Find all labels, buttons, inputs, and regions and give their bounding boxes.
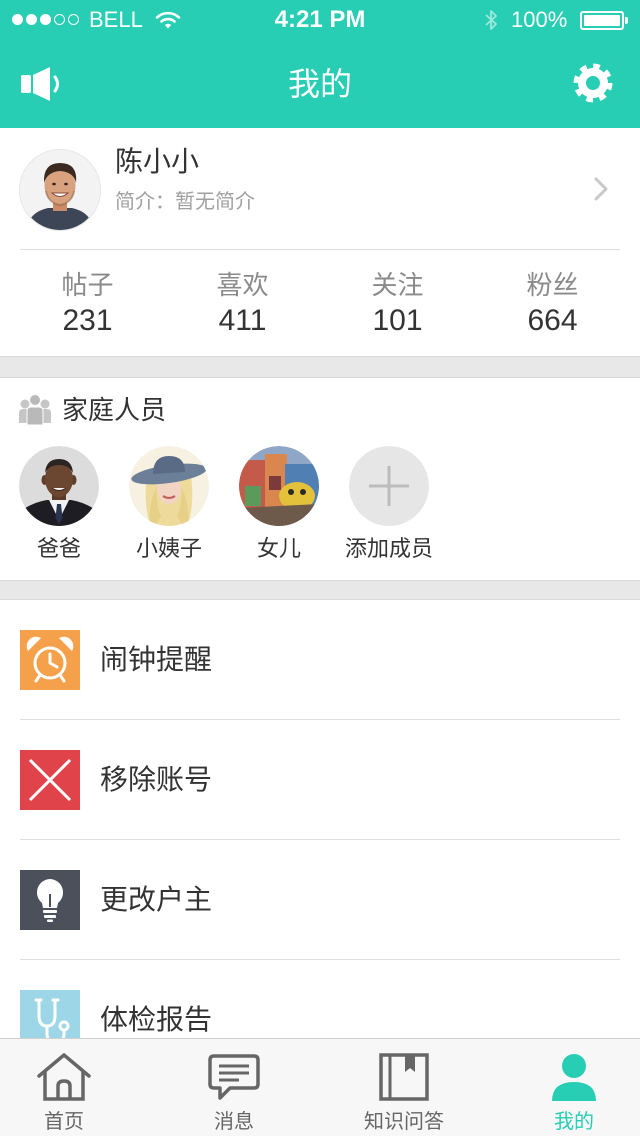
stats-row: 帖子 231 喜欢 411 关注 101 粉丝 664 <box>10 250 630 356</box>
menu-label: 更改户主 <box>100 884 213 915</box>
page-title: 我的 <box>287 66 352 102</box>
avatar-photo <box>20 150 100 230</box>
chevron-right-icon <box>594 177 608 201</box>
tab-home[interactable]: 首页 <box>4 1039 124 1136</box>
family-member[interactable]: 爸爸 <box>4 446 114 576</box>
home-icon <box>37 1053 91 1101</box>
message-icon <box>208 1054 260 1100</box>
gear-icon <box>573 63 613 103</box>
tab-label: 我的 <box>554 1111 594 1133</box>
add-member-circle <box>349 446 429 526</box>
menu-label: 体检报告 <box>100 1004 213 1035</box>
stat-label: 喜欢 <box>216 270 269 300</box>
section-separator <box>0 356 640 378</box>
stat-value: 231 <box>62 304 113 337</box>
family-section: 家庭人员 爸爸 小姨子 女儿 添加成员 <box>0 378 640 580</box>
tab-me[interactable]: 我的 <box>514 1039 634 1136</box>
profile-avatar <box>20 150 100 230</box>
bluetooth-icon <box>485 10 497 30</box>
stat-following[interactable]: 关注 101 <box>320 250 475 356</box>
profile-name: 陈小小 <box>115 146 200 177</box>
menu-label: 移除账号 <box>100 764 213 795</box>
avatar-photo <box>239 446 319 526</box>
nav-bar: 我的 <box>0 40 640 128</box>
book-icon <box>379 1053 429 1101</box>
battery-icon <box>580 11 628 30</box>
menu-item-alarm[interactable]: 闹钟提醒 <box>0 600 640 720</box>
section-separator <box>0 580 640 600</box>
person-icon <box>552 1054 596 1101</box>
tab-label: 消息 <box>214 1111 254 1133</box>
stat-value: 101 <box>372 304 423 337</box>
stat-label: 粉丝 <box>526 270 579 300</box>
menu-label: 闹钟提醒 <box>100 644 213 675</box>
family-member[interactable]: 女儿 <box>224 446 334 576</box>
tab-knowledge-qa[interactable]: 知识问答 <box>344 1039 464 1136</box>
member-name: 爸爸 <box>36 536 81 561</box>
settings-menu: 闹钟提醒 移除账号 更改户主 体检报告 <box>0 600 640 1080</box>
member-avatar <box>239 446 319 526</box>
stat-label: 关注 <box>371 270 424 300</box>
settings-button[interactable] <box>573 63 613 103</box>
stat-value: 664 <box>527 304 578 337</box>
alarm-clock-icon <box>26 636 74 683</box>
stat-posts[interactable]: 帖子 231 <box>10 250 165 356</box>
member-name: 小姨子 <box>135 536 202 561</box>
profile-bio: 简介：暂无简介 <box>115 191 255 213</box>
status-bar: BELL 4:21 PM 100% <box>0 0 640 40</box>
stat-value: 411 <box>218 304 267 337</box>
family-member[interactable]: 小姨子 <box>114 446 224 576</box>
family-title: 家庭人员 <box>62 395 167 425</box>
lightbulb-icon <box>36 879 64 922</box>
plus-icon <box>349 446 429 526</box>
battery-percent: 100% <box>511 7 568 32</box>
member-avatar <box>19 446 99 526</box>
tab-label: 首页 <box>44 1111 84 1133</box>
avatar-photo <box>129 446 209 526</box>
menu-item-remove-account[interactable]: 移除账号 <box>0 720 640 840</box>
avatar-photo <box>19 446 99 526</box>
menu-item-change-owner[interactable]: 更改户主 <box>0 840 640 960</box>
top-bar: BELL 4:21 PM 100% 我的 <box>0 0 640 128</box>
tab-bar: 首页 消息 知识问答 我的 <box>0 1038 640 1136</box>
add-member-label: 添加成员 <box>344 536 433 561</box>
add-member-button[interactable]: 添加成员 <box>334 446 444 576</box>
menu-icon-tile <box>20 630 80 690</box>
menu-icon-tile <box>20 750 80 810</box>
battery-level-fill <box>584 15 620 26</box>
menu-icon-tile <box>20 870 80 930</box>
family-group-icon <box>19 394 51 425</box>
stat-label: 帖子 <box>61 270 114 300</box>
member-avatar <box>129 446 209 526</box>
profile-row[interactable]: 陈小小 简介：暂无简介 <box>0 128 640 249</box>
stat-likes[interactable]: 喜欢 411 <box>165 250 320 356</box>
tab-label: 知识问答 <box>364 1111 444 1133</box>
tab-messages[interactable]: 消息 <box>174 1039 294 1136</box>
stat-followers[interactable]: 粉丝 664 <box>475 250 630 356</box>
member-name: 女儿 <box>256 536 301 561</box>
close-x-icon <box>28 758 72 802</box>
profile-card: 陈小小 简介：暂无简介 帖子 231 喜欢 411 关注 101 粉丝 664 <box>0 128 640 356</box>
